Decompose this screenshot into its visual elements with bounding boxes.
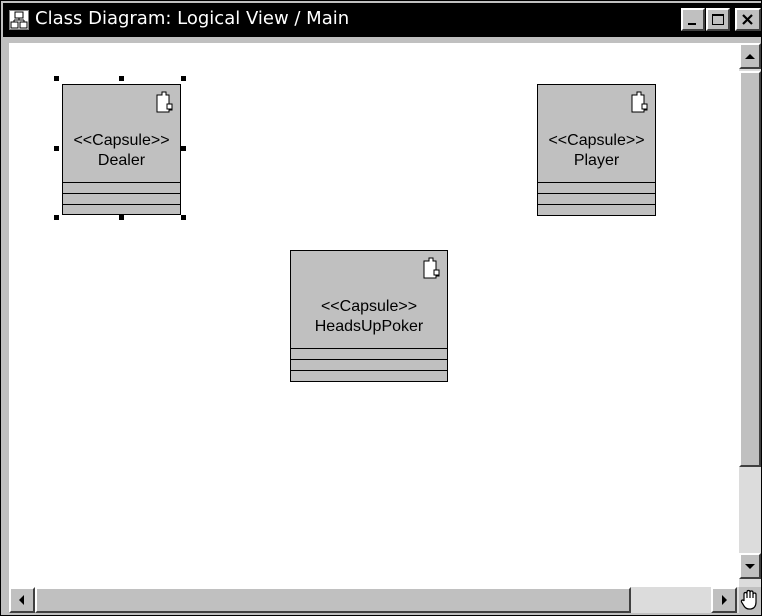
- compartment-divider: [538, 204, 655, 205]
- compartment-divider: [291, 348, 447, 349]
- capsule-dealer[interactable]: <<Capsule>> Dealer: [62, 84, 181, 215]
- close-icon: [742, 14, 753, 25]
- compartment-divider: [291, 370, 447, 371]
- capsule-stereotype: <<Capsule>>: [548, 132, 645, 149]
- capsule-icon: [423, 257, 440, 279]
- maximize-icon: [712, 14, 724, 25]
- capsule-icon: [631, 91, 648, 113]
- hand-pan-icon: [740, 589, 757, 610]
- capsule-name: HeadsUpPoker: [314, 318, 424, 335]
- vertical-scroll-thumb[interactable]: [739, 71, 761, 467]
- selection-handle[interactable]: [119, 215, 124, 220]
- compartment-divider: [63, 193, 180, 194]
- arrow-down-icon: [745, 564, 755, 569]
- selection-handle[interactable]: [54, 146, 59, 151]
- horizontal-scrollbar[interactable]: [9, 587, 739, 613]
- selection-handle[interactable]: [54, 215, 59, 220]
- capsule-name: Dealer: [97, 152, 146, 169]
- selection-handle[interactable]: [54, 76, 59, 81]
- compartment-divider: [538, 193, 655, 194]
- arrow-right-icon: [722, 595, 727, 605]
- selection-handle[interactable]: [181, 146, 186, 151]
- compartment-divider: [291, 359, 447, 360]
- capsule-name: Player: [573, 152, 620, 169]
- capsule-stereotype: <<Capsule>>: [320, 298, 418, 315]
- selection-handle[interactable]: [119, 76, 124, 81]
- class-diagram-window[interactable]: Class Diagram: Logical View / Main <<Cap…: [0, 0, 762, 616]
- selection-handle[interactable]: [181, 76, 186, 81]
- window-title: Class Diagram: Logical View / Main: [35, 8, 350, 29]
- title-bar[interactable]: Class Diagram: Logical View / Main: [3, 3, 762, 37]
- selection-handle[interactable]: [181, 215, 186, 220]
- vertical-scrollbar[interactable]: [739, 43, 761, 589]
- restore-button[interactable]: [706, 8, 730, 31]
- capsule-headsuppoker[interactable]: <<Capsule>> HeadsUpPoker: [290, 250, 448, 382]
- minimize-icon: [688, 23, 696, 25]
- minimize-button[interactable]: [681, 8, 705, 31]
- scroll-left-button[interactable]: [9, 587, 35, 613]
- scroll-right-button[interactable]: [711, 587, 737, 613]
- capsule-icon: [156, 91, 173, 113]
- arrow-left-icon: [19, 595, 24, 605]
- horizontal-scroll-thumb[interactable]: [35, 587, 631, 613]
- diagram-canvas[interactable]: <<Capsule>> Dealer <<Capsule>> Player <<…: [9, 43, 739, 587]
- compartment-divider: [63, 204, 180, 205]
- close-button[interactable]: [735, 8, 761, 31]
- capsule-stereotype: <<Capsule>>: [73, 132, 170, 149]
- compartment-divider: [538, 182, 655, 183]
- compartment-divider: [63, 182, 180, 183]
- scroll-up-button[interactable]: [739, 43, 761, 69]
- arrow-up-icon: [745, 54, 755, 59]
- scroll-down-button[interactable]: [739, 553, 761, 579]
- pan-corner-button[interactable]: [739, 587, 761, 613]
- capsule-player[interactable]: <<Capsule>> Player: [537, 84, 656, 216]
- class-diagram-icon: [9, 10, 29, 30]
